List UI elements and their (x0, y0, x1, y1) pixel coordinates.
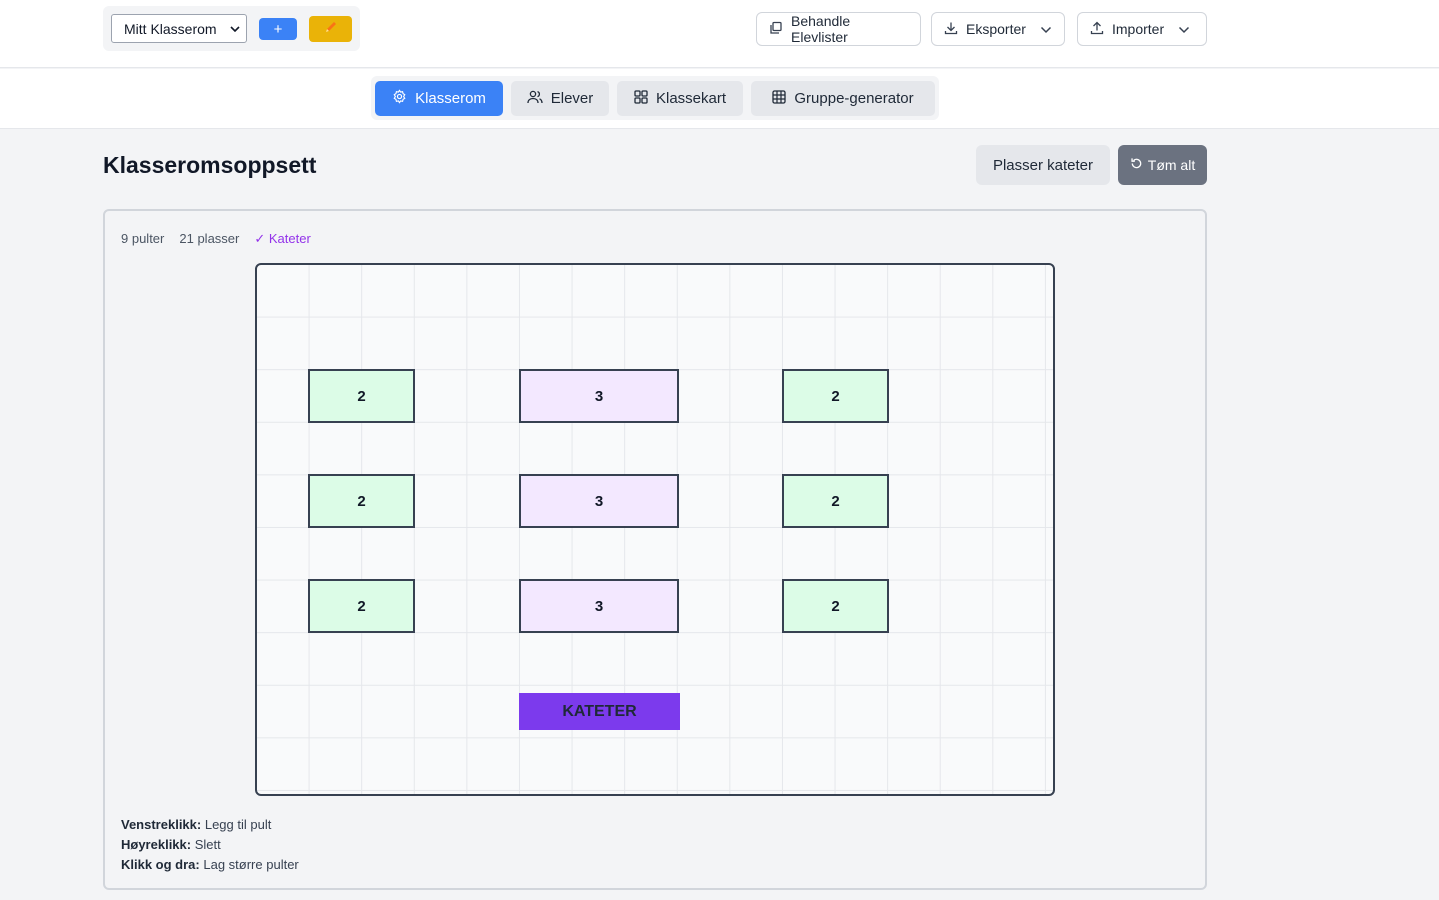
help-right-key: Høyreklikk: (121, 837, 192, 852)
grid-icon (634, 89, 648, 108)
chevron-down-icon (224, 25, 246, 32)
tab-elever[interactable]: Elever (511, 81, 609, 116)
teacher-desk-label: KATETER (562, 702, 637, 720)
clear-all-button[interactable]: Tøm alt (1118, 145, 1207, 185)
export-button[interactable]: Eksporter (931, 12, 1065, 46)
desk[interactable]: 3 (519, 369, 679, 423)
pencil-icon (323, 19, 339, 40)
tab-klasserom[interactable]: Klasserom (375, 81, 503, 116)
help-line-left-click: Venstreklikk: Legg til pult (121, 815, 299, 835)
tab-klasserom-label: Klasserom (415, 90, 486, 107)
manage-student-lists-label: Behandle Elevlister (791, 13, 851, 45)
tab-bar: Klasserom Elever Klassekart Gruppe-gener… (0, 69, 1439, 129)
help-left-key: Venstreklikk: (121, 817, 202, 832)
tab-klassekart-label: Klassekart (655, 90, 727, 107)
help-right-text: Slett (194, 837, 221, 852)
desk-seat-count: 2 (357, 492, 366, 510)
desk[interactable]: 2 (782, 474, 889, 528)
desk[interactable]: 3 (519, 579, 679, 633)
seat-count: 21 plasser (179, 231, 240, 246)
desk-seat-count: 3 (594, 597, 604, 615)
export-label: Eksporter (966, 21, 1026, 37)
desk[interactable]: 2 (782, 579, 889, 633)
upload-icon (1090, 21, 1104, 38)
classroom-select-value: Mitt Klasserom (124, 20, 217, 37)
desk[interactable]: 2 (308, 369, 415, 423)
manage-student-lists-button[interactable]: Behandle Elevlister (756, 12, 921, 46)
app-header: Mitt Klasserom + Behandle Elevlister Eks… (0, 0, 1439, 68)
chevron-down-icon (1040, 21, 1052, 37)
classroom-grid[interactable]: 2 3 2 2 3 2 2 3 2 KATETER (255, 263, 1055, 796)
desk-seat-count: 2 (831, 387, 840, 405)
desk-seat-count: 2 (831, 492, 840, 510)
desk[interactable]: 2 (308, 474, 415, 528)
classroom-panel: 9 pulter 21 plasser ✓ Kateter 2 3 2 2 3 … (103, 209, 1207, 890)
desk-count: 9 pulter (121, 231, 165, 246)
chevron-down-icon (1178, 21, 1190, 37)
help-line-right-click: Høyreklikk: Slett (121, 835, 299, 855)
help-left-text: Legg til pult (204, 817, 272, 832)
gear-icon (392, 89, 407, 108)
download-icon (944, 21, 958, 38)
classroom-stats: 9 pulter 21 plasser ✓ Kateter (121, 231, 311, 247)
clear-all-label: Tøm alt (1147, 157, 1196, 173)
desk[interactable]: 3 (519, 474, 679, 528)
users-icon (527, 90, 543, 108)
desk-seat-count: 2 (357, 387, 366, 405)
table-icon (772, 89, 787, 108)
classroom-select[interactable]: Mitt Klasserom (111, 14, 247, 43)
import-label: Importer (1112, 21, 1165, 37)
help-drag-key: Klikk og dra: (121, 857, 200, 872)
import-button[interactable]: Importer (1077, 12, 1207, 46)
teacher-desk[interactable]: KATETER (519, 693, 680, 730)
desk[interactable]: 2 (308, 579, 415, 633)
help-line-drag: Klikk og dra: Lag større pulter (121, 855, 299, 875)
tab-elever-label: Elever (550, 90, 594, 107)
add-classroom-button[interactable]: + (259, 18, 297, 40)
place-teacher-desk-button[interactable]: Plasser kateter (976, 145, 1110, 185)
desk-seat-count: 2 (831, 597, 840, 615)
desk-seat-count: 2 (357, 597, 366, 615)
help-drag-text: Lag større pulter (203, 857, 299, 872)
place-teacher-desk-label: Plasser kateter (992, 156, 1094, 174)
teacher-desk-status: ✓ Kateter (254, 231, 311, 246)
page-title: Klasseromsoppsett (103, 152, 317, 178)
classroom-selector-group: Mitt Klasserom + (103, 6, 360, 51)
reset-icon (1130, 157, 1143, 173)
edit-classroom-button[interactable] (309, 16, 352, 42)
desk-seat-count: 3 (594, 492, 604, 510)
tab-klassekart[interactable]: Klassekart (617, 81, 743, 116)
tab-gruppe-generator[interactable]: Gruppe-generator (751, 81, 935, 116)
tab-gruppe-generator-label: Gruppe-generator (794, 90, 914, 107)
add-classroom-label: + (273, 20, 283, 38)
desk-seat-count: 3 (594, 387, 604, 405)
desk[interactable]: 2 (782, 369, 889, 423)
copy-icon (769, 21, 783, 38)
tab-group: Klasserom Elever Klassekart Gruppe-gener… (371, 76, 939, 120)
help-text: Venstreklikk: Legg til pult Høyreklikk: … (121, 815, 299, 875)
